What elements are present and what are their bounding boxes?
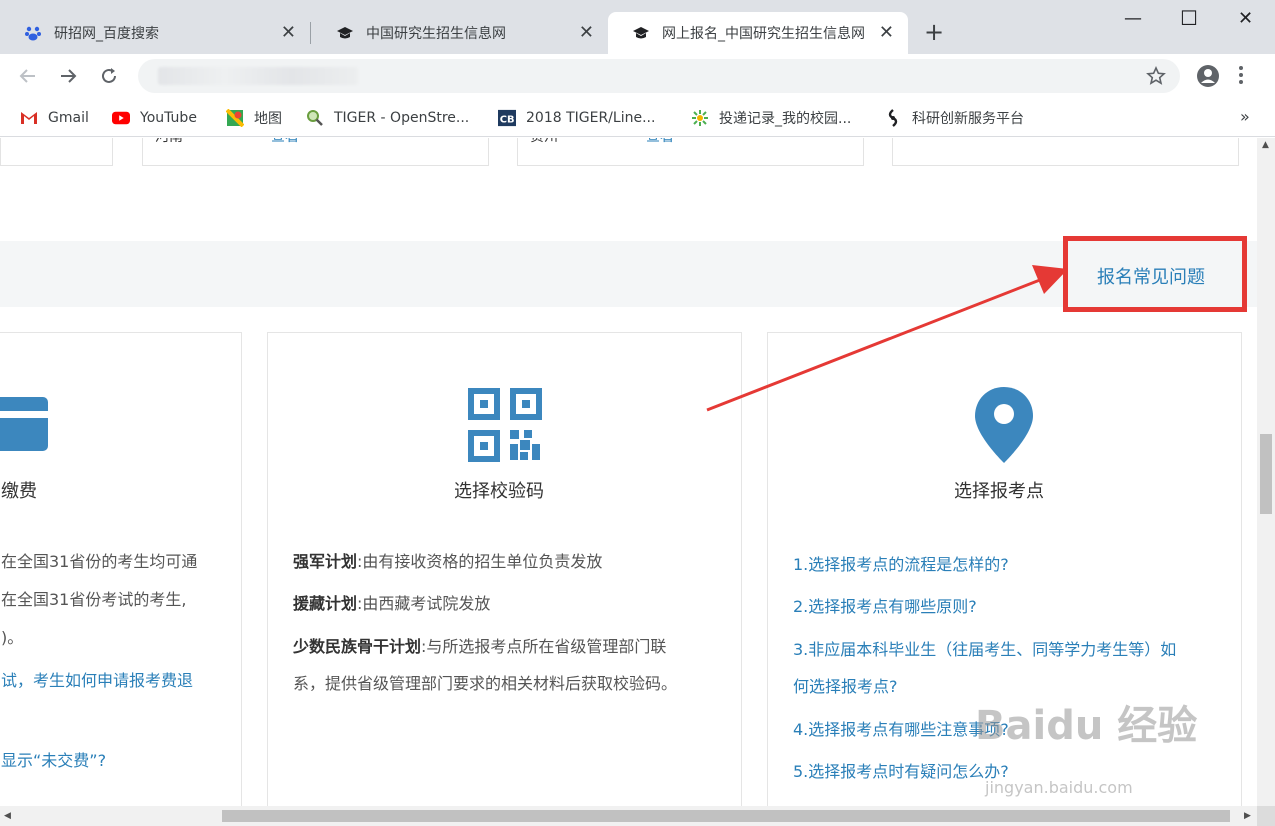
close-tab-icon[interactable]: ✕ <box>879 24 894 42</box>
bookmark-label: 投递记录_我的校园... <box>719 111 852 127</box>
back-arrow-icon <box>19 69 35 83</box>
scroll-right-arrow-icon[interactable]: ▶ <box>1244 811 1251 821</box>
close-tab-icon[interactable]: ✕ <box>281 24 296 42</box>
tab-title: 网上报名_中国研究生招生信息网 <box>662 26 865 42</box>
window-close-button[interactable]: ✕ <box>1238 8 1253 29</box>
bookmarks-bar: Gmail YouTube 地图 TIGER - OpenStre... CB … <box>0 99 1275 137</box>
bookmarks-more-button[interactable]: » <box>1240 107 1250 126</box>
back-button[interactable] <box>16 64 40 88</box>
school-icon <box>691 109 709 127</box>
bookmark-label: 2018 TIGER/Line... <box>526 110 656 126</box>
baidu-paw-icon <box>24 24 42 42</box>
forward-arrow-icon <box>61 69 77 83</box>
bookmark-youtube[interactable]: YouTube <box>112 107 197 129</box>
baidu-watermark-url: jingyan.baidu.com <box>985 778 1133 797</box>
scroll-left-arrow-icon[interactable]: ◀ <box>4 811 11 821</box>
maximize-button[interactable]: ☐ <box>1180 6 1198 30</box>
vertical-scroll-thumb[interactable] <box>1260 434 1272 514</box>
horizontal-scroll-thumb[interactable] <box>222 810 1230 822</box>
research-icon <box>884 109 902 127</box>
tab-baidu-search[interactable]: 研招网_百度搜索 ✕ <box>0 12 310 54</box>
youtube-icon <box>112 109 130 127</box>
gmail-icon <box>20 109 38 127</box>
scroll-up-arrow-icon[interactable]: ▲ <box>1262 140 1269 150</box>
blurred-url <box>158 67 358 85</box>
tab-online-registration[interactable]: 网上报名_中国研究生招生信息网 ✕ <box>608 12 908 54</box>
tiger-icon <box>306 109 324 127</box>
tab-separator <box>310 22 311 44</box>
close-tab-icon[interactable]: ✕ <box>579 24 594 42</box>
new-tab-button[interactable]: + <box>924 20 944 44</box>
bookmark-label: YouTube <box>140 110 197 126</box>
tab-strip: 研招网_百度搜索 ✕ 中国研究生招生信息网 ✕ 网上报名_中国研究生招生信息网 … <box>0 0 1275 54</box>
tab-chsi-home[interactable]: 中国研究生招生信息网 ✕ <box>312 12 608 54</box>
minimize-button[interactable]: — <box>1124 8 1142 29</box>
tab-title: 研招网_百度搜索 <box>54 26 159 42</box>
bookmark-tiger-openstreetmap[interactable]: TIGER - OpenStre... <box>306 107 469 129</box>
browser-menu-icon[interactable] <box>1238 64 1244 90</box>
maps-icon <box>226 109 244 127</box>
svg-text:CB: CB <box>500 115 515 126</box>
reload-button[interactable] <box>97 64 121 88</box>
reload-icon <box>102 68 116 83</box>
bookmark-maps[interactable]: 地图 <box>226 107 282 129</box>
graduation-cap-icon <box>336 24 354 42</box>
bookmark-research-platform[interactable]: 科研创新服务平台 <box>884 107 1024 129</box>
horizontal-scrollbar[interactable]: ◀ ▶ <box>0 806 1257 826</box>
bookmark-gmail[interactable]: Gmail <box>20 107 89 129</box>
forward-button[interactable] <box>56 64 80 88</box>
vertical-scrollbar[interactable]: ▲ <box>1257 138 1275 806</box>
browser-toolbar <box>0 54 1275 99</box>
baidu-watermark: Baidu 经验 <box>975 703 1198 749</box>
tab-title: 中国研究生招生信息网 <box>366 26 506 42</box>
address-bar[interactable] <box>138 59 1180 93</box>
page-viewport: 35 河南 查看 64 贵州 查看 12 报名常见问题 缴费 在全国31省份的考… <box>0 138 1257 806</box>
bookmark-delivery-record[interactable]: 投递记录_我的校园... <box>691 107 851 129</box>
bookmark-label: Gmail <box>48 110 89 126</box>
bookmark-label: 地图 <box>254 111 282 127</box>
bookmark-tiger-line[interactable]: CB 2018 TIGER/Line... <box>498 107 655 129</box>
cb-icon: CB <box>498 109 516 127</box>
bookmark-label: 科研创新服务平台 <box>912 111 1024 127</box>
profile-avatar-icon[interactable] <box>1196 64 1220 92</box>
graduation-cap-icon <box>632 24 650 42</box>
bookmark-label: TIGER - OpenStre... <box>334 110 470 126</box>
scrollbar-corner <box>1257 806 1275 826</box>
bookmark-star-icon[interactable] <box>1146 66 1166 90</box>
